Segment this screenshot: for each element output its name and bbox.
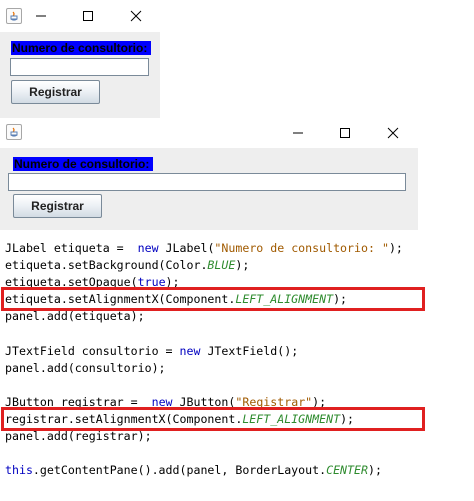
- title-bar: [0, 0, 160, 32]
- code-token: JTextField();: [200, 343, 299, 358]
- minimize-icon[interactable]: [290, 125, 306, 141]
- code-token: );: [367, 463, 382, 478]
- code-token: etiqueta.setBackground(Color.: [5, 258, 208, 273]
- consultorio-input[interactable]: [8, 173, 406, 191]
- consultorio-label: Numero de consultorio:: [11, 41, 151, 55]
- code-token: new: [179, 343, 201, 358]
- code-token: CENTER: [326, 463, 368, 478]
- code-line: panel.add(consultorio);: [5, 360, 166, 376]
- close-icon[interactable]: [128, 8, 144, 24]
- code-line: panel.add(etiqueta);: [5, 308, 145, 324]
- code-token: );: [340, 412, 355, 426]
- code-token: new: [151, 394, 173, 409]
- code-token: );: [165, 275, 180, 290]
- code-line: etiqueta.setAlignmentX(Component.LEFT_AL…: [5, 291, 347, 307]
- code-token: JLabel(: [158, 241, 215, 255]
- consultorio-input[interactable]: [10, 58, 149, 76]
- code-line: panel.add(registrar);: [5, 428, 152, 444]
- code-token: LEFT_ALIGNMENT: [235, 292, 334, 307]
- maximize-icon[interactable]: [80, 8, 96, 24]
- consultorio-label: Numero de consultorio:: [13, 157, 153, 171]
- code-token: BLUE: [207, 258, 236, 273]
- code-token: panel.add(consultorio);: [5, 360, 166, 375]
- java-app-icon: [6, 8, 22, 24]
- maximize-icon[interactable]: [337, 125, 353, 141]
- code-token: JButton registrar =: [5, 394, 152, 409]
- registrar-button[interactable]: Registrar: [11, 80, 100, 104]
- code-line: this.getContentPane().add(panel, BorderL…: [5, 462, 382, 478]
- code-token: etiqueta.setAlignmentX(Component.: [5, 292, 236, 307]
- registrar-button[interactable]: Registrar: [13, 194, 102, 218]
- content-panel: Numero de consultorio: Registrar: [0, 148, 418, 230]
- minimize-icon[interactable]: [33, 8, 49, 24]
- code-token: );: [388, 241, 403, 255]
- code-line: JButton registrar = new JButton("Registr…: [5, 394, 326, 410]
- code-token: registrar.setAlignmentX(Component.: [5, 412, 243, 426]
- code-token: LEFT_ALIGNMENT: [242, 412, 341, 426]
- code-token: JButton(: [172, 394, 236, 409]
- window-wide: Numero de consultorio: Registrar: [0, 118, 418, 230]
- code-token: JTextField consultorio =: [5, 343, 180, 358]
- code-token: .getContentPane().add(panel, BorderLayou…: [32, 463, 327, 478]
- code-line: JLabel etiqueta = new JLabel("Numero de …: [5, 240, 403, 256]
- code-token: true: [137, 275, 166, 290]
- code-token: "Registrar": [235, 394, 313, 409]
- code-token: "Numero de consultorio: ": [214, 241, 389, 255]
- code-token: );: [235, 258, 250, 273]
- content-panel: Numero de consultorio: Registrar: [0, 32, 160, 118]
- window-small: Numero de consultorio: Registrar: [0, 0, 160, 118]
- code-token: etiqueta.setOpaque(: [5, 275, 138, 290]
- code-line: JTextField consultorio = new JTextField(…: [5, 343, 298, 359]
- java-app-icon: [6, 124, 22, 140]
- code-line: registrar.setAlignmentX(Component.LEFT_A…: [5, 411, 354, 427]
- code-token: new: [137, 241, 159, 255]
- close-icon[interactable]: [385, 125, 401, 141]
- code-token: panel.add(etiqueta);: [5, 309, 145, 324]
- code-token: this: [5, 463, 33, 478]
- code-token: JLabel etiqueta =: [5, 241, 138, 255]
- code-token: );: [312, 394, 327, 409]
- code-line: etiqueta.setOpaque(true);: [5, 274, 180, 290]
- code-token: panel.add(registrar);: [5, 429, 152, 444]
- code-line: etiqueta.setBackground(Color.BLUE);: [5, 257, 249, 273]
- title-bar: [0, 118, 418, 148]
- code-token: );: [333, 292, 348, 307]
